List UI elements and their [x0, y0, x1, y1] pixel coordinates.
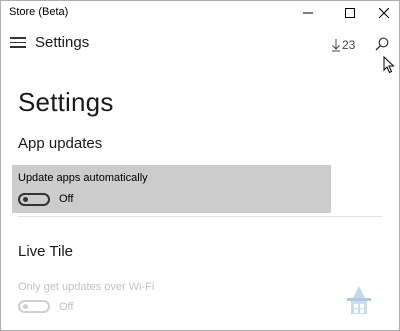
windows-logo-watermark-icon — [347, 286, 371, 314]
title-bar: Store (Beta) — [1, 1, 399, 25]
toggle-state-text: Off — [59, 193, 74, 205]
mouse-cursor-icon — [383, 56, 395, 74]
close-button[interactable] — [361, 1, 399, 25]
toggle-knob — [23, 304, 28, 309]
section-divider — [18, 216, 382, 217]
setting-label: Update apps automatically — [18, 172, 148, 184]
download-arrow-icon — [332, 39, 340, 52]
toggle-state-text: Off — [59, 301, 74, 313]
maximize-icon — [345, 8, 355, 18]
search-icon — [375, 37, 389, 51]
setting-label-wifi-only: Only get updates over Wi-Fi — [18, 281, 155, 293]
setting-update-apps-automatically[interactable]: Update apps automatically Off — [12, 165, 331, 213]
section-heading-live-tile: Live Tile — [18, 243, 74, 260]
close-icon — [379, 8, 389, 18]
toggle-knob — [23, 197, 28, 202]
header-title: Settings — [35, 34, 90, 51]
wifi-only-toggle[interactable] — [18, 300, 50, 313]
section-heading-app-updates: App updates — [18, 135, 103, 152]
auto-update-toggle[interactable] — [18, 193, 50, 206]
minimize-icon — [303, 12, 313, 14]
hamburger-icon[interactable] — [10, 37, 26, 51]
page-title: Settings — [18, 87, 114, 117]
window-title: Store (Beta) — [9, 6, 69, 18]
store-window: Store (Beta) Settings 23 Settings App up… — [0, 0, 400, 331]
minimize-button[interactable] — [285, 1, 331, 25]
downloads-button[interactable]: 23 — [331, 37, 355, 53]
downloads-count: 23 — [342, 38, 356, 52]
app-header: Settings 23 — [1, 29, 399, 63]
search-button[interactable] — [374, 36, 390, 52]
